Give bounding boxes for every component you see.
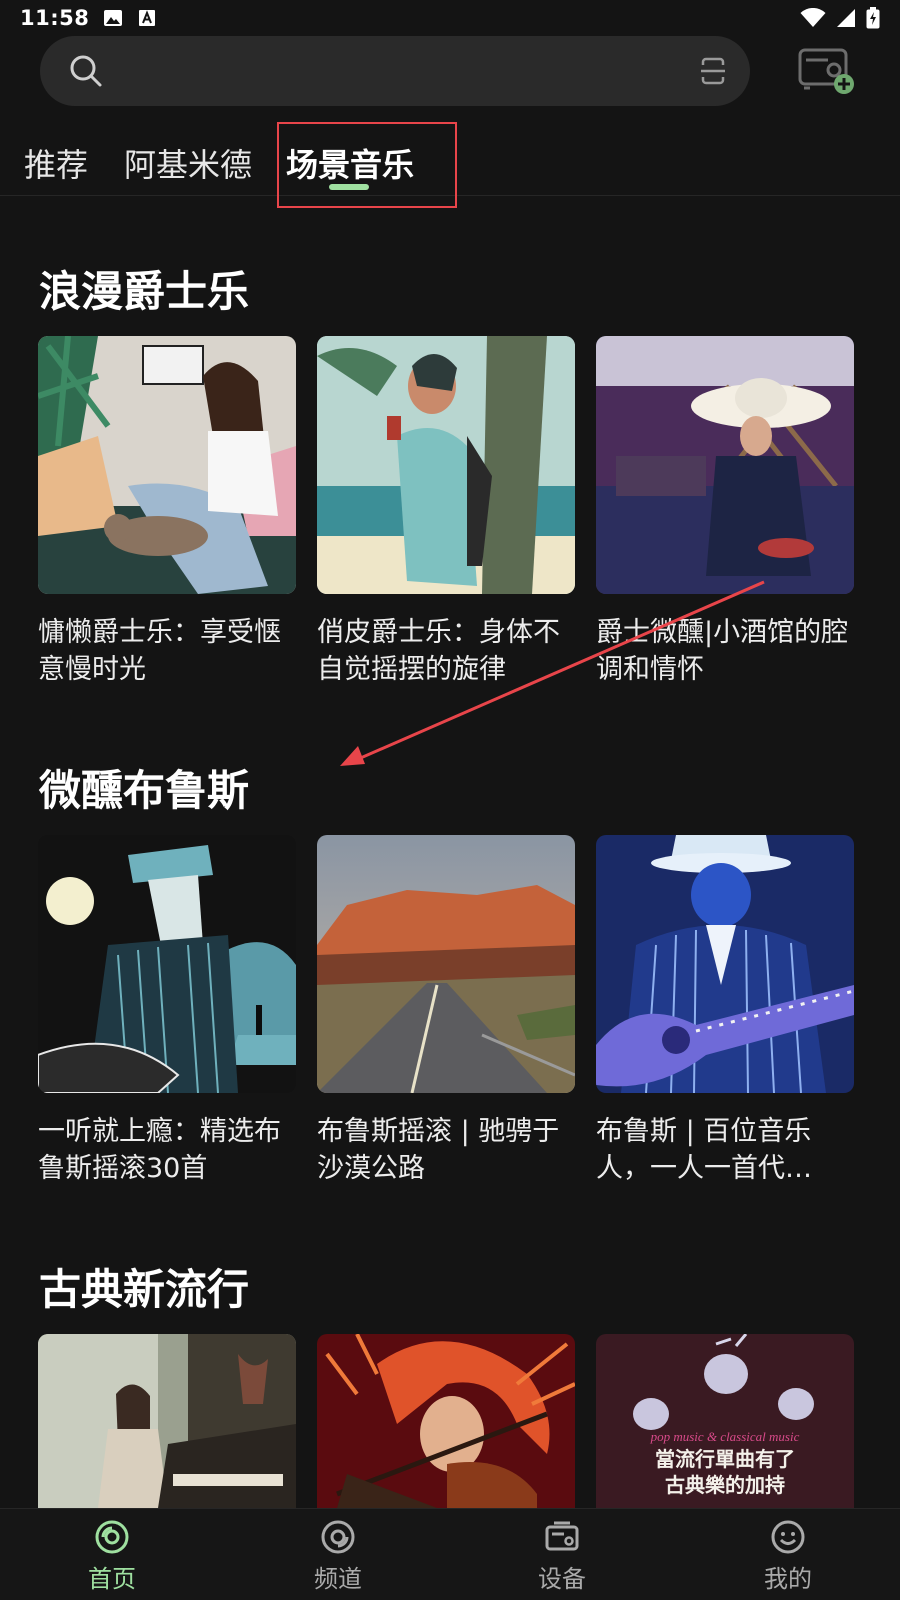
playlist-title: 布鲁斯摇滚 | 驰骋于沙漠公路 [317,1116,560,1184]
cover-art-piano-player [38,1334,296,1508]
playlist-title: 爵士微醺|小酒馆的腔调和情怀 [596,617,849,685]
search-icon[interactable] [68,53,104,89]
cover-art-desert-road [317,835,575,1093]
cover-art-lazy-jazz [38,336,296,594]
battery-charging-icon [866,7,880,29]
section-title-tipsy-blues: 微醺布鲁斯 [39,766,250,815]
playlist-cover[interactable] [38,336,296,594]
playlist-cover[interactable]: pop music & classical music 當流行單曲有了 古典樂的… [596,1334,854,1508]
cover-art-jazz-tavern [596,336,854,594]
playlist-cover[interactable] [596,835,854,1093]
tab-archimedes[interactable]: 阿基米德 [124,140,252,186]
image-icon [104,10,123,26]
wifi-icon [800,8,826,27]
cover-art-ballet: pop music & classical music 當流行單曲有了 古典樂的… [596,1334,854,1508]
device-add-icon[interactable] [796,44,858,100]
playlist-cover[interactable] [317,835,575,1093]
playlist-card[interactable]: pop music & classical music 當流行單曲有了 古典樂的… [596,1334,854,1508]
search-bar[interactable] [40,36,750,106]
nav-home[interactable]: 首页 [52,1519,172,1594]
status-bar: 11:58 [0,0,900,36]
active-tab-indicator [329,184,369,190]
playlist-card[interactable]: 布鲁斯摇滚 | 驰骋于沙漠公路 [317,835,575,1187]
playlist-cover[interactable] [38,1334,296,1508]
nav-label: 频道 [314,1565,362,1593]
nav-label: 我的 [764,1565,812,1593]
nav-label: 首页 [88,1565,136,1593]
tab-bar: 推荐 阿基米德 场景音乐 [0,118,900,196]
tab-scene-music[interactable]: 场景音乐 [286,140,414,186]
nav-channel[interactable]: 频道 [278,1519,398,1594]
playlist-card[interactable]: 爵士微醺|小酒馆的腔调和情怀 [596,336,854,688]
playlist-card[interactable] [317,1334,575,1508]
playlist-card[interactable]: 布鲁斯 | 百位音乐人，一人一首代… [596,835,854,1187]
status-time: 11:58 [20,6,90,30]
section-title-classical-pop: 古典新流行 [39,1265,250,1314]
playlist-cover[interactable] [317,1334,575,1508]
disc-channel-icon [321,1520,355,1554]
nav-profile[interactable]: 我的 [728,1519,848,1594]
cover-art-playful-jazz [317,336,575,594]
cover-art-violinist [317,1334,575,1508]
nav-device[interactable]: 设备 [502,1519,622,1594]
cover-art-blues-guitarist [596,835,854,1093]
playlist-title: 慵懒爵士乐：享受惬意慢时光 [38,617,281,685]
section-title-romantic-jazz: 浪漫爵士乐 [39,267,250,316]
playlist-card[interactable]: 俏皮爵士乐：身体不自觉摇摆的旋律 [317,336,575,688]
nav-label: 设备 [538,1565,586,1593]
playlist-cover[interactable] [38,835,296,1093]
playlist-cover[interactable] [596,336,854,594]
playlist-card[interactable]: 一听就上瘾：精选布鲁斯摇滚30首 [38,835,296,1187]
cover-text-line1: 當流行單曲有了 [655,1447,795,1471]
signal-icon [837,9,855,27]
scan-icon[interactable] [698,56,728,86]
radio-device-icon [545,1521,579,1551]
playlist-title: 俏皮爵士乐：身体不自觉摇摆的旋律 [317,617,560,685]
cover-text-line2: 古典樂的加持 [665,1473,785,1497]
cover-text-english: pop music & classical music [650,1429,800,1444]
disc-home-icon [95,1520,129,1554]
tab-recommend[interactable]: 推荐 [24,140,88,186]
playlist-card[interactable]: 慵懒爵士乐：享受惬意慢时光 [38,336,296,688]
playlist-card[interactable] [38,1334,296,1508]
playlist-title: 一听就上瘾：精选布鲁斯摇滚30首 [38,1116,281,1184]
text-a-icon [139,10,156,26]
bottom-navigation: 首页 频道 设备 我的 [0,1508,900,1600]
cover-art-blues-rock [38,835,296,1093]
playlist-title: 布鲁斯 | 百位音乐人，一人一首代… [596,1116,812,1184]
search-input[interactable] [118,50,698,92]
playlist-cover[interactable] [317,336,575,594]
smiley-profile-icon [771,1520,805,1554]
